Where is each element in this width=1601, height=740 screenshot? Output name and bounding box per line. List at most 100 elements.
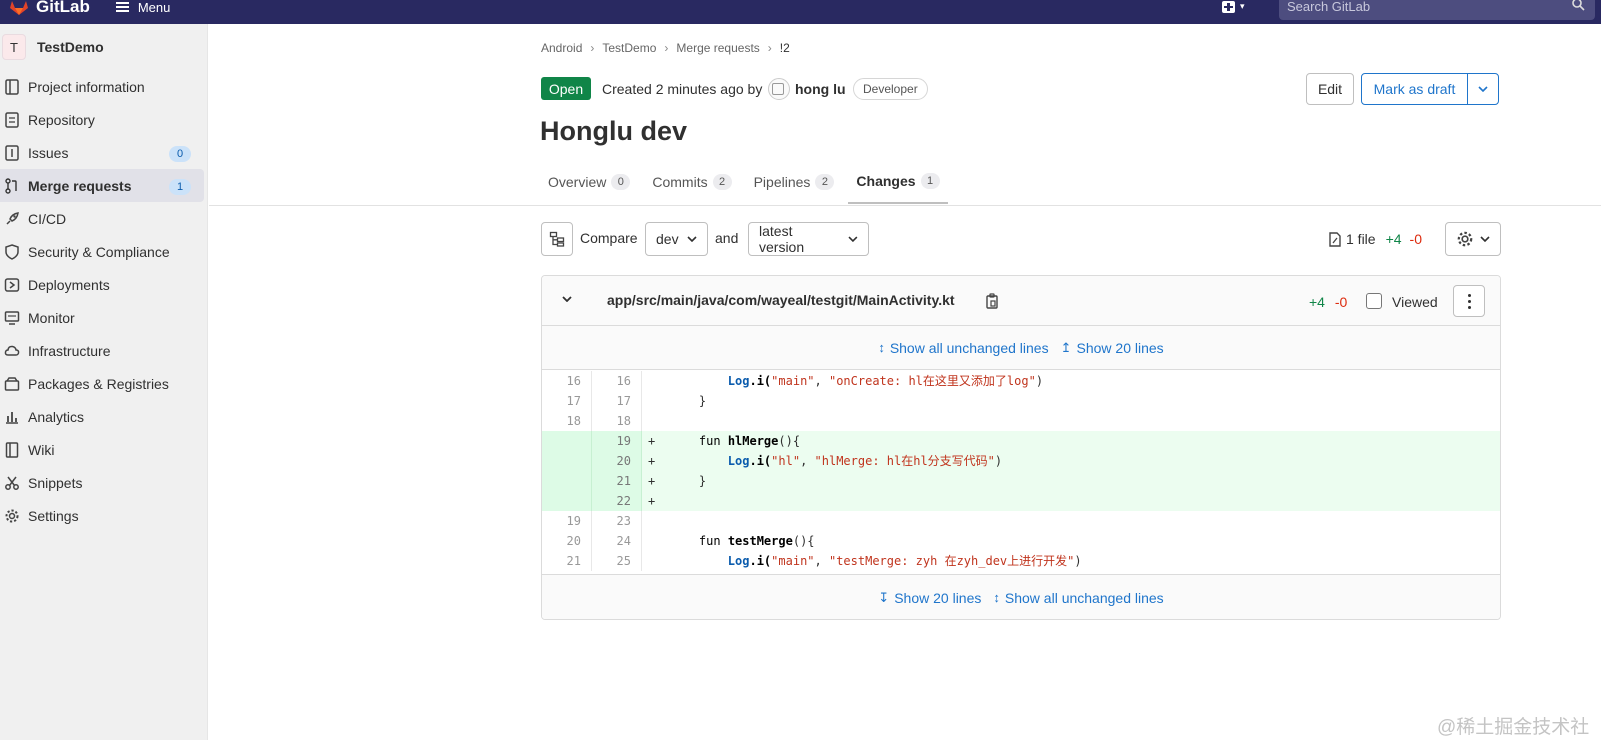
tab-overview[interactable]: Overview 0 [540,160,638,204]
issues-icon [5,145,19,161]
sidebar-item-merge-requests[interactable]: Merge requests 1 [0,169,204,202]
source-version-value: dev [656,231,679,247]
code-token: ) [1035,374,1044,388]
collapse-file-button[interactable] [562,293,572,305]
sidebar-item-analytics[interactable]: Analytics [0,400,207,433]
diff-line-added: 21 + } [542,471,1500,491]
diff-line-added: 19 + fun hlMerge(){ [542,431,1500,451]
book-icon [5,442,19,458]
and-label: and [715,230,739,246]
old-line-number[interactable] [542,451,592,471]
tab-changes[interactable]: Changes 1 [848,160,948,204]
new-line-number[interactable]: 19 [592,431,642,451]
new-line-number[interactable]: 22 [592,491,642,511]
mark-as-draft-button[interactable]: Mark as draft [1361,73,1468,105]
sidebar-item-wiki[interactable]: Wiki [0,433,207,466]
chart-icon [6,412,18,424]
new-line-number[interactable]: 20 [592,451,642,471]
sidebar-item-packages[interactable]: Packages & Registries [0,367,207,400]
new-line-number[interactable]: 21 [592,471,642,491]
more-actions-dropdown[interactable] [1467,73,1499,105]
sidebar-item-cicd[interactable]: CI/CD [0,202,207,235]
tab-pipelines[interactable]: Pipelines 2 [746,160,843,204]
tab-label: Commits [652,174,708,190]
edit-button[interactable]: Edit [1306,73,1354,105]
breadcrumb-item-group[interactable]: Android [541,41,582,55]
sidebar-item-snippets[interactable]: Snippets [0,466,207,499]
tab-label: Changes [856,173,916,189]
code-token: (){ [778,434,801,448]
breadcrumb-item-mr[interactable]: !2 [780,41,790,55]
author-name-link[interactable]: hong lu [795,81,846,97]
link-label: Show 20 lines [894,589,982,606]
code-token: } [698,474,707,488]
sidebar-item-project-information[interactable]: Project information [0,70,207,103]
main-menu-button[interactable]: Menu [115,0,170,15]
diff-stats-summary: 1 file +4 -0 [1328,231,1422,247]
search-placeholder: Search GitLab [1287,0,1371,14]
code-token: Log [727,374,750,388]
sidebar-item-security[interactable]: Security & Compliance [0,235,207,268]
code-token: ) [994,454,1003,468]
old-line-number[interactable] [542,491,592,511]
old-line-number[interactable]: 19 [542,511,592,531]
sidebar-item-deployments[interactable]: Deployments [0,268,207,301]
sidebar-item-label: Project information [28,78,145,95]
new-line-number[interactable]: 16 [592,371,642,391]
breadcrumb-item-merge-requests[interactable]: Merge requests [676,41,759,55]
file-options-button[interactable] [1453,285,1485,317]
author-avatar[interactable] [768,78,790,100]
new-line-number[interactable]: 18 [592,411,642,431]
viewed-checkbox[interactable] [1366,293,1382,309]
file-tree-toggle-button[interactable] [541,222,573,256]
brand-name: GitLab [36,0,90,16]
old-line-number[interactable]: 20 [542,531,592,551]
new-line-number[interactable]: 24 [592,531,642,551]
gear-icon [1457,231,1473,247]
show-all-unchanged-lines-link[interactable]: ↕ Show all unchanged lines [878,340,1048,356]
source-version-dropdown[interactable]: dev [645,222,708,256]
old-line-number[interactable]: 18 [542,411,592,431]
old-line-number[interactable]: 21 [542,551,592,571]
code-token: "hlMerge: hl在hl分支写代码" [814,454,995,468]
show-20-lines-up-link[interactable]: ↥ Show 20 lines [1061,340,1164,356]
code-token: } [698,394,707,408]
sidebar-item-label: Security & Compliance [28,243,170,260]
code-token: Log [727,454,750,468]
show-all-unchanged-lines-link[interactable]: ↕ Show all unchanged lines [993,590,1163,606]
expand-lines-top: ↕ Show all unchanged lines ↥ Show 20 lines [542,326,1500,370]
sidebar-item-monitor[interactable]: Monitor [0,301,207,334]
sidebar-item-issues[interactable]: Issues 0 [0,136,207,169]
old-line-number[interactable] [542,431,592,451]
author-role-badge: Developer [853,78,928,100]
new-line-number[interactable]: 17 [592,391,642,411]
sidebar-project-header[interactable]: T TestDemo [0,24,207,70]
tab-commits[interactable]: Commits 2 [644,160,739,204]
link-label: Show all unchanged lines [889,339,1049,356]
added-sign: + [648,434,656,448]
chevron-down-icon [848,236,858,242]
sidebar-item-label: Repository [28,111,95,128]
gitlab-home-link[interactable]: GitLab [8,0,90,24]
sidebar-item-settings[interactable]: Settings [0,499,207,532]
search-input[interactable]: Search GitLab [1279,0,1595,20]
copy-file-path-icon[interactable] [985,293,999,309]
new-dropdown-button[interactable]: ▾ [1222,0,1245,14]
merge-request-icon [5,178,17,194]
sidebar-item-infrastructure[interactable]: Infrastructure [0,334,207,367]
project-name: TestDemo [37,39,104,55]
old-line-number[interactable] [542,471,592,491]
old-line-number[interactable]: 16 [542,371,592,391]
breadcrumb-item-project[interactable]: TestDemo [602,41,656,55]
show-20-lines-down-link[interactable]: ↧ Show 20 lines [878,590,981,606]
new-line-number[interactable]: 25 [592,551,642,571]
diff-settings-button[interactable] [1445,222,1501,256]
kebab-dot [1468,294,1471,297]
new-line-number[interactable]: 23 [592,511,642,531]
sidebar-item-repository[interactable]: Repository [0,103,207,136]
merge-requests-count-badge: 1 [169,179,191,195]
expand-arrow-icon: ↕ [993,590,1000,605]
target-version-dropdown[interactable]: latest version [748,222,869,256]
file-path-link[interactable]: app/src/main/java/com/wayeal/testgit/Mai… [607,292,955,308]
old-line-number[interactable]: 17 [542,391,592,411]
